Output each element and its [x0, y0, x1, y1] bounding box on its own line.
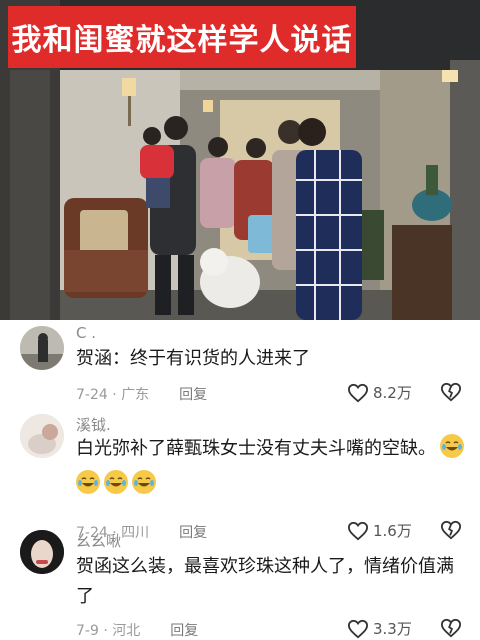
comment-date-location: 7-24 · 广东: [76, 387, 150, 403]
dislike-button[interactable]: [440, 520, 462, 544]
heart-outline-icon: [347, 521, 369, 540]
avatar-image: [20, 414, 64, 458]
comment-text-line: 贺函这么装，最喜欢珍珠这种人了，情绪价值满: [76, 556, 454, 577]
heart-outline-icon: [347, 383, 369, 402]
reply-button[interactable]: 回复: [170, 620, 198, 640]
heart-outline-icon: [347, 619, 369, 638]
avatar[interactable]: [20, 326, 64, 370]
comment-username[interactable]: 溪钺.: [76, 414, 111, 435]
comment-text: 贺函这么装，最喜欢珍珠这种人了，情绪价值满 了: [76, 552, 466, 612]
crying-laughing-emoji-icon: [440, 434, 464, 458]
video-title-banner: 我和闺蜜就这样学人说话: [8, 6, 356, 68]
comment-text: 白光弥补了薛甄珠女士没有丈夫斗嘴的空缺。: [76, 434, 466, 464]
video-frame[interactable]: 我和闺蜜就这样学人说话: [0, 0, 480, 320]
dislike-button[interactable]: [440, 618, 462, 640]
comment-meta: 7-9 · 河北 回复: [76, 620, 198, 640]
broken-heart-icon: [440, 382, 462, 402]
comment-username[interactable]: 幺幺啾: [76, 530, 121, 551]
crying-laughing-emoji-icon: [76, 470, 100, 494]
comment-list: C . 贺涵：终于有识货的人进来了 7-24 · 广东 回复 8.2万 溪钺. …: [0, 320, 480, 640]
reply-button[interactable]: 回复: [179, 522, 207, 542]
avatar-image: [20, 326, 64, 370]
crying-laughing-emoji-icon: [104, 470, 128, 494]
comment-meta: 7-24 · 广东 回复: [76, 384, 207, 404]
avatar-image: [20, 530, 64, 574]
like-button[interactable]: 8.2万: [347, 382, 412, 403]
avatar[interactable]: [20, 530, 64, 574]
like-count: 8.2万: [373, 384, 412, 402]
emoji-row: [76, 470, 156, 494]
dislike-button[interactable]: [440, 382, 462, 406]
reply-button[interactable]: 回复: [179, 384, 207, 404]
like-count: 1.6万: [373, 522, 412, 540]
comment-date-location: 7-9 · 河北: [76, 623, 141, 639]
avatar[interactable]: [20, 414, 64, 458]
like-count: 3.3万: [373, 620, 412, 638]
comment-text: 贺涵：终于有识货的人进来了: [76, 348, 310, 369]
like-button[interactable]: 3.3万: [347, 618, 412, 639]
comment-text-line: 了: [76, 586, 94, 607]
comment-text-body: 白光弥补了薛甄珠女士没有丈夫斗嘴的空缺。: [76, 438, 436, 459]
like-button[interactable]: 1.6万: [347, 520, 412, 541]
video-title: 我和闺蜜就这样学人说话: [11, 23, 353, 58]
broken-heart-icon: [440, 520, 462, 540]
broken-heart-icon: [440, 618, 462, 638]
crying-laughing-emoji-icon: [132, 470, 156, 494]
comment-username[interactable]: C .: [76, 324, 96, 342]
